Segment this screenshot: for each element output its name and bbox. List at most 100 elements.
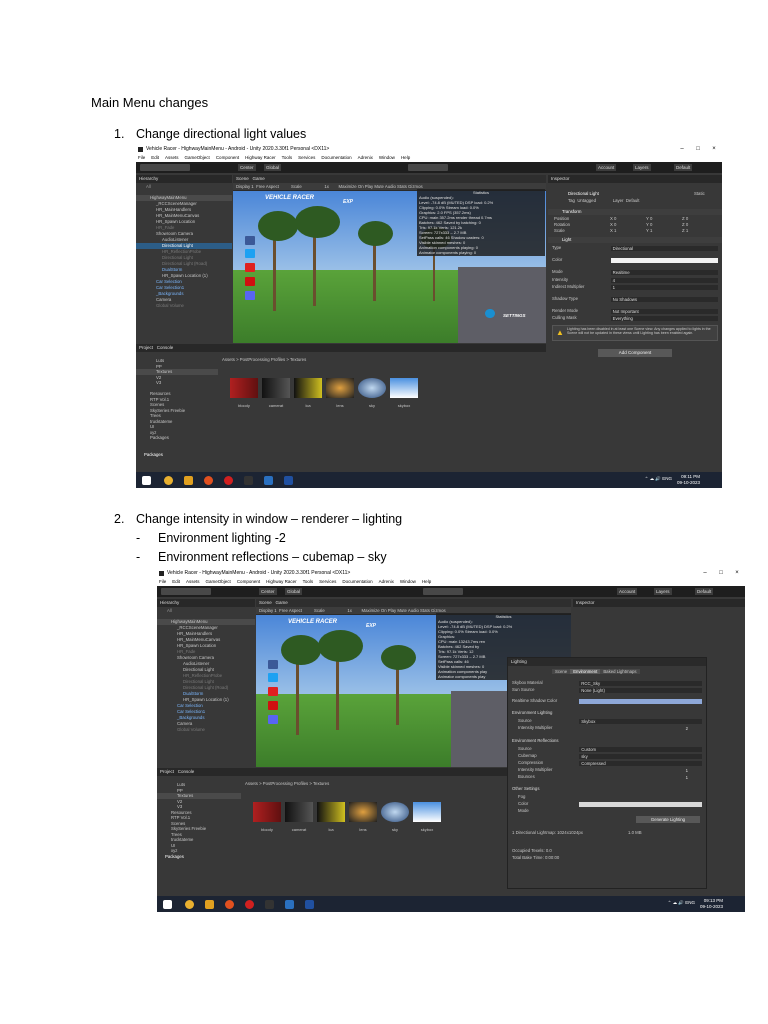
app-icon[interactable] <box>264 476 273 485</box>
pivot-center-button[interactable]: Center <box>238 164 256 171</box>
firefox-icon[interactable] <box>204 476 213 485</box>
display-dropdown[interactable]: Display 1 <box>259 608 277 613</box>
play-controls[interactable] <box>423 588 463 595</box>
tab-project[interactable]: Project <box>160 769 174 774</box>
lighting-tab[interactable]: Lighting <box>508 658 706 666</box>
menu-adrenix[interactable]: Adrenix <box>379 579 394 584</box>
hierarchy-item[interactable]: Directional Light (Road) <box>157 685 255 691</box>
folder-item[interactable]: Packages <box>136 435 218 441</box>
inspector-tab[interactable]: Inspector <box>573 599 745 607</box>
gear-icon[interactable] <box>485 309 495 318</box>
hierarchy-item[interactable]: AudioListener <box>157 661 255 667</box>
hierarchy-item[interactable]: HR_ReflectionProbe <box>136 249 232 255</box>
menu-documentation[interactable]: Documentation <box>342 579 372 584</box>
scale-z[interactable]: Z 1 <box>682 228 688 234</box>
asset-item[interactable]: bloody <box>253 802 281 832</box>
scale-y[interactable]: Y 1 <box>646 228 652 234</box>
other-settings-header[interactable]: Other Settings <box>508 786 706 792</box>
tab-game[interactable]: Game <box>253 176 265 181</box>
fog-color-field[interactable] <box>579 801 702 807</box>
file-explorer-icon[interactable] <box>205 900 214 909</box>
hierarchy-item[interactable]: HR_Spawn Location (1) <box>136 273 232 279</box>
tab-scene[interactable]: Scene <box>259 600 272 605</box>
add-component-button[interactable]: Add Component <box>598 349 672 357</box>
maximize-icon[interactable]: □ <box>690 145 706 154</box>
fog-row[interactable]: Fog <box>508 794 706 800</box>
account-dropdown[interactable]: Account <box>596 164 617 171</box>
menu-gameobject[interactable]: GameObject <box>185 155 210 160</box>
language-indicator[interactable]: ENG <box>685 900 695 905</box>
menu-file[interactable]: File <box>159 579 166 584</box>
youtube-icon[interactable] <box>268 687 278 696</box>
hierarchy-tab[interactable]: Hierarchy <box>136 175 232 183</box>
play-controls[interactable] <box>408 164 448 171</box>
layout-dropdown[interactable]: Default <box>674 164 693 171</box>
light-type-dropdown[interactable]: Directional <box>610 245 718 251</box>
tab-environment[interactable]: Environment <box>570 669 601 674</box>
hierarchy-tab[interactable]: Hierarchy <box>157 599 255 607</box>
app-icon[interactable] <box>305 900 314 909</box>
asset-item[interactable]: lens <box>349 802 377 832</box>
minimize-icon[interactable]: – <box>674 145 690 154</box>
mute-toggle[interactable]: Mute Audio <box>374 184 396 189</box>
layers-dropdown[interactable]: Layers <box>633 164 651 171</box>
hierarchy-item[interactable]: HR_Fade <box>157 649 255 655</box>
twitter-icon[interactable] <box>268 673 278 682</box>
menu-component[interactable]: Component <box>237 579 260 584</box>
cubemap-field[interactable]: sky <box>579 753 702 759</box>
unity-icon[interactable] <box>265 900 274 909</box>
asset-item[interactable]: bloody <box>230 378 258 408</box>
layer-dropdown[interactable]: Default <box>626 198 640 203</box>
light-header[interactable]: Light <box>548 237 722 243</box>
windows-start-icon[interactable] <box>163 900 172 909</box>
light-mode-dropdown[interactable]: Realtime <box>610 269 718 275</box>
menu-edit[interactable]: Edit <box>172 579 180 584</box>
asset-item[interactable]: skybox <box>413 802 441 832</box>
opera-icon[interactable] <box>224 476 233 485</box>
windows-start-icon[interactable] <box>142 476 151 485</box>
light-color-field[interactable] <box>610 257 718 263</box>
hierarchy-search[interactable]: All <box>157 608 255 614</box>
hierarchy-item[interactable]: _RCCSceneManager <box>136 201 232 207</box>
hierarchy-item[interactable]: Global Volume <box>136 303 232 309</box>
refl-intensity-slider[interactable]: 1 <box>579 768 702 773</box>
hierarchy-item[interactable]: HR_MainMenuCanvas <box>136 213 232 219</box>
tab-project[interactable]: Project <box>139 345 153 350</box>
menu-edit[interactable]: Edit <box>151 155 159 160</box>
asset-item[interactable]: sky <box>381 802 409 832</box>
menu-documentation[interactable]: Documentation <box>321 155 351 160</box>
hierarchy-item[interactable]: HighwayMainMenu <box>136 195 232 201</box>
hierarchy-item[interactable]: Showroom Camera <box>136 231 232 237</box>
aspect-dropdown[interactable]: Free Aspect <box>256 184 279 189</box>
youtube-icon[interactable] <box>245 263 255 272</box>
stats-toggle[interactable]: Stats <box>420 608 430 613</box>
clock[interactable]: 09:13 PM 09-10-2023 <box>700 898 723 910</box>
unity-icon[interactable] <box>244 476 253 485</box>
maximize-icon[interactable]: □ <box>713 569 729 578</box>
refl-source-dropdown[interactable]: Custom <box>579 746 702 752</box>
pos-z[interactable]: Z 0 <box>682 216 688 222</box>
transform-tools[interactable] <box>161 588 211 595</box>
hierarchy-item[interactable]: HR_MainHandlers <box>136 207 232 213</box>
menu-services[interactable]: Services <box>319 579 336 584</box>
hierarchy-item[interactable]: Camera <box>157 721 255 727</box>
menu-assets[interactable]: Assets <box>186 579 200 584</box>
aspect-dropdown[interactable]: Free Aspect <box>279 608 302 613</box>
hierarchy-item[interactable]: Car Selection1 <box>157 709 255 715</box>
global-button[interactable]: Global <box>285 588 303 595</box>
global-button[interactable]: Global <box>264 164 282 171</box>
menu-highway-racer[interactable]: Highway Racer <box>245 155 276 160</box>
record-icon[interactable] <box>245 277 255 286</box>
folder-item[interactable]: V3 <box>136 380 218 386</box>
pos-x[interactable]: X 0 <box>610 216 616 222</box>
menu-window[interactable]: Window <box>400 579 416 584</box>
indirect-field[interactable]: 1 <box>610 284 718 290</box>
menu-tools[interactable]: Tools <box>282 155 293 160</box>
hierarchy-item[interactable]: Car Selection <box>136 279 232 285</box>
language-indicator[interactable]: ENG <box>662 476 672 481</box>
packages-folder[interactable]: Packages <box>136 452 218 458</box>
minimize-icon[interactable]: – <box>697 569 713 578</box>
shadow-dropdown[interactable]: No Shadows <box>610 296 718 302</box>
chrome-icon[interactable] <box>164 476 173 485</box>
hierarchy-item[interactable]: Camera <box>136 297 232 303</box>
